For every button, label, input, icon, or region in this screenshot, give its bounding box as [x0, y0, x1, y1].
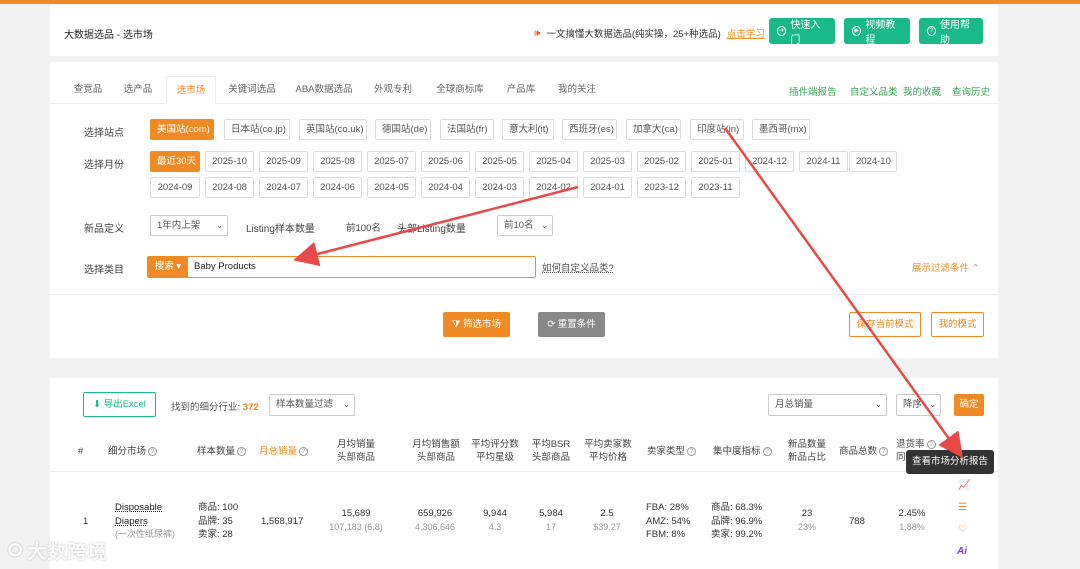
annotation-arrows	[293, 127, 963, 459]
arrow-to-report	[723, 127, 963, 459]
watermark-logo: ⭘ 大数跨境	[8, 540, 108, 563]
logo-icon: ⭘	[8, 540, 24, 560]
arrow-to-search	[293, 185, 579, 267]
